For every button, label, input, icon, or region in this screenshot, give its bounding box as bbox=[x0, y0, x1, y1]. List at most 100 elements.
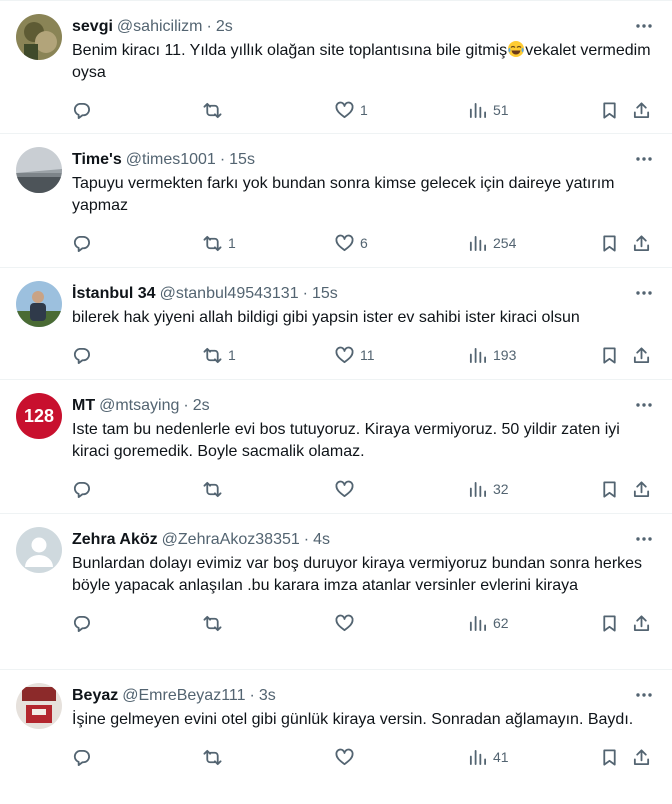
views-button[interactable]: 62 bbox=[468, 612, 509, 634]
views-button[interactable]: 254 bbox=[468, 232, 516, 254]
reply-button[interactable] bbox=[72, 478, 97, 500]
heart-icon bbox=[335, 480, 354, 497]
retweet-icon bbox=[203, 235, 222, 251]
tweet-actions: 1 6 254 bbox=[72, 220, 656, 268]
views-button[interactable]: 32 bbox=[468, 478, 509, 500]
share-button[interactable] bbox=[632, 99, 651, 121]
more-dots-icon[interactable] bbox=[634, 395, 654, 415]
reply-button[interactable] bbox=[72, 99, 97, 121]
display-name[interactable]: MT bbox=[72, 393, 95, 419]
reply-icon bbox=[73, 481, 90, 498]
retweet-icon bbox=[203, 481, 222, 497]
tweet[interactable]: İstanbul 34 @stanbul49543131 · 15s biler… bbox=[0, 268, 672, 380]
views-icon bbox=[469, 615, 487, 631]
more-dots-icon[interactable] bbox=[634, 16, 654, 36]
user-handle[interactable]: @ZehraAkoz38351 bbox=[162, 527, 300, 553]
reply-button[interactable] bbox=[72, 612, 97, 634]
views-count: 51 bbox=[493, 102, 509, 118]
more-dots-icon[interactable] bbox=[634, 685, 654, 705]
timeline-feed: sevgi @sahicilizm · 2s Benim kiracı 11. … bbox=[0, 0, 672, 802]
like-count: 6 bbox=[360, 235, 368, 251]
bookmark-button[interactable] bbox=[600, 344, 619, 366]
tweet-text: Iste tam bu nedenlerle evi bos tutuyoruz… bbox=[72, 421, 625, 460]
tweet[interactable]: sevgi @sahicilizm · 2s Benim kiracı 11. … bbox=[0, 0, 672, 134]
views-button[interactable]: 193 bbox=[468, 344, 516, 366]
timestamp[interactable]: 3s bbox=[259, 683, 276, 709]
tweet-text: Benim kiracı 11. Yılda yıllık olağan sit… bbox=[72, 40, 656, 84]
retweet-button[interactable]: 1 bbox=[203, 232, 236, 254]
user-handle[interactable]: @times1001 bbox=[126, 147, 216, 173]
more-dots-icon[interactable] bbox=[634, 283, 654, 303]
retweet-icon bbox=[203, 749, 222, 765]
views-icon bbox=[469, 102, 487, 118]
avatar[interactable]: 128 bbox=[16, 393, 62, 439]
heart-icon bbox=[335, 234, 354, 251]
bookmark-button[interactable] bbox=[600, 478, 619, 500]
share-button[interactable] bbox=[632, 746, 651, 768]
views-button[interactable]: 41 bbox=[468, 746, 509, 768]
retweet-icon bbox=[203, 615, 222, 631]
reply-button[interactable] bbox=[72, 746, 97, 768]
user-handle[interactable]: @mtsaying bbox=[99, 393, 179, 419]
tweet-actions: 62 bbox=[72, 600, 656, 648]
avatar[interactable] bbox=[16, 147, 62, 193]
like-count: 1 bbox=[360, 102, 368, 118]
tweet[interactable]: Time's @times1001 · 15s Tapuyu vermekten… bbox=[0, 134, 672, 268]
retweet-button[interactable] bbox=[203, 478, 228, 500]
retweet-button[interactable] bbox=[203, 99, 228, 121]
bookmark-button[interactable] bbox=[600, 612, 619, 634]
like-button[interactable]: 1 bbox=[335, 99, 368, 121]
display-name[interactable]: Zehra Aköz bbox=[72, 527, 158, 553]
user-handle[interactable]: @sahicilizm bbox=[117, 14, 203, 40]
share-button[interactable] bbox=[632, 612, 651, 634]
tweet[interactable]: Zehra Aköz @ZehraAkoz38351 · 4s Bunlarda… bbox=[0, 514, 672, 670]
avatar[interactable] bbox=[16, 14, 62, 60]
tweet-header: İstanbul 34 @stanbul49543131 · 15s bbox=[72, 281, 656, 307]
user-handle[interactable]: @stanbul49543131 bbox=[160, 281, 299, 307]
reply-button[interactable] bbox=[72, 344, 97, 366]
timestamp[interactable]: 2s bbox=[216, 14, 233, 40]
share-button[interactable] bbox=[632, 478, 651, 500]
bookmark-button[interactable] bbox=[600, 232, 619, 254]
tweet[interactable]: Beyaz @EmreBeyaz111 · 3s İşine gelmeyen … bbox=[0, 670, 672, 802]
display-name[interactable]: İstanbul 34 bbox=[72, 281, 156, 307]
avatar-image bbox=[16, 281, 62, 327]
bookmark-icon bbox=[603, 614, 616, 632]
timestamp[interactable]: 15s bbox=[312, 281, 338, 307]
heart-icon bbox=[335, 101, 354, 118]
tweet[interactable]: 128 MT @mtsaying · 2s Iste tam bu nedenl… bbox=[0, 380, 672, 514]
avatar[interactable] bbox=[16, 527, 62, 573]
more-dots-icon[interactable] bbox=[634, 529, 654, 549]
reply-button[interactable] bbox=[72, 232, 97, 254]
timestamp[interactable]: 2s bbox=[193, 393, 210, 419]
retweet-button[interactable] bbox=[203, 612, 228, 634]
bookmark-icon bbox=[603, 234, 616, 252]
retweet-button[interactable] bbox=[203, 746, 228, 768]
views-button[interactable]: 51 bbox=[468, 99, 509, 121]
like-button[interactable]: 11 bbox=[335, 344, 375, 366]
retweet-button[interactable]: 1 bbox=[203, 344, 236, 366]
bookmark-button[interactable] bbox=[600, 746, 619, 768]
like-button[interactable]: 6 bbox=[335, 232, 368, 254]
share-button[interactable] bbox=[632, 232, 651, 254]
avatar[interactable] bbox=[16, 281, 62, 327]
display-name[interactable]: Time's bbox=[72, 147, 122, 173]
share-button[interactable] bbox=[632, 344, 651, 366]
timestamp[interactable]: 15s bbox=[229, 147, 255, 173]
tweet-header: Beyaz @EmreBeyaz111 · 3s bbox=[72, 683, 656, 709]
display-name[interactable]: Beyaz bbox=[72, 683, 118, 709]
like-button[interactable] bbox=[335, 612, 360, 634]
reply-icon bbox=[73, 615, 90, 632]
tweet-actions: 1 51 bbox=[72, 87, 656, 135]
views-count: 32 bbox=[493, 481, 509, 497]
display-name[interactable]: sevgi bbox=[72, 14, 113, 40]
reply-icon bbox=[73, 749, 90, 766]
like-button[interactable] bbox=[335, 478, 360, 500]
bookmark-button[interactable] bbox=[600, 99, 619, 121]
more-dots-icon[interactable] bbox=[634, 149, 654, 169]
avatar[interactable] bbox=[16, 683, 62, 729]
user-handle[interactable]: @EmreBeyaz111 bbox=[122, 683, 245, 709]
views-icon bbox=[469, 347, 487, 363]
timestamp[interactable]: 4s bbox=[313, 527, 330, 553]
like-button[interactable] bbox=[335, 746, 360, 768]
